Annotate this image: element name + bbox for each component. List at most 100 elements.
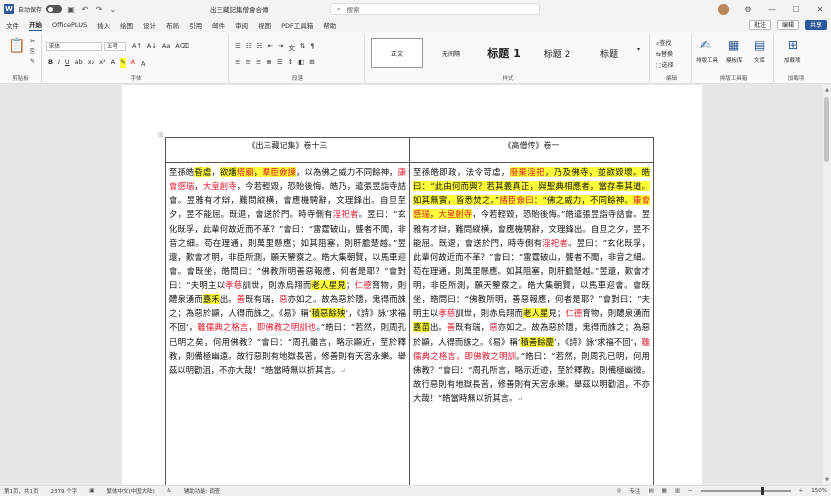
sort-icon[interactable]: ⇅: [300, 42, 305, 52]
share-button[interactable]: 共享: [804, 20, 827, 30]
settings-icon[interactable]: ⚙: [743, 5, 753, 14]
table-move-handle-icon[interactable]: ⊞: [158, 131, 164, 139]
customize-toolbar-icon[interactable]: ⌄: [108, 5, 118, 14]
style-heading-2[interactable]: 标题 2: [531, 38, 583, 68]
left-column-text[interactable]: 至孫皓昏虐，欲燔塔廟，羣臣僉諫，以為佛之威力不同餘神，康會感瑞，大皇創寺，今若輕…: [165, 162, 410, 485]
strikethrough-icon[interactable]: ab: [75, 58, 83, 68]
superscript-icon[interactable]: x²: [99, 58, 105, 68]
numbering-icon[interactable]: ☷: [246, 42, 252, 52]
decrease-indent-icon[interactable]: ⇤: [267, 42, 272, 52]
replace-button[interactable]: ⇆替换: [656, 49, 673, 58]
autosave-toggle[interactable]: [46, 5, 63, 13]
page-count[interactable]: 第1页，共1页: [4, 487, 39, 495]
template-library-label[interactable]: 模板库: [726, 56, 743, 64]
bullets-icon[interactable]: ☰: [235, 42, 241, 52]
undo-icon[interactable]: ↶: [80, 5, 90, 14]
underline-icon[interactable]: U: [65, 58, 70, 68]
zoom-slider[interactable]: [700, 487, 791, 495]
editing-button[interactable]: 编辑: [776, 20, 799, 30]
align-left-icon[interactable]: ≡: [235, 58, 240, 66]
print-layout-icon[interactable]: ▦: [662, 488, 667, 494]
menu-pdf-toolbox[interactable]: PDF工具箱: [281, 20, 313, 30]
addins-icon[interactable]: ⊞: [788, 38, 798, 52]
grow-font-icon[interactable]: A↑: [132, 42, 142, 50]
left-column-header[interactable]: 《出三藏记集》卷十三: [165, 137, 410, 163]
word-count[interactable]: 2379 个字: [51, 487, 78, 495]
chinese-layout-icon[interactable]: 文: [288, 42, 295, 52]
scroll-down-icon[interactable]: ▼: [823, 477, 831, 483]
subscript-icon[interactable]: x₂: [88, 58, 94, 68]
menu-file[interactable]: 文件: [6, 20, 19, 30]
zoom-in-icon[interactable]: +: [799, 488, 804, 494]
right-column-text[interactable]: 至孫皓即政，法令苛虐，廢棄淫祀，乃及佛寺，並欲毀壞。皓曰：“此由何而興？若其義真…: [409, 162, 654, 485]
font-color-icon[interactable]: A: [131, 58, 135, 68]
right-column-header[interactable]: 《高僧传》卷一: [409, 137, 654, 163]
close-icon[interactable]: ✕: [815, 5, 825, 14]
style-normal[interactable]: 正文: [371, 38, 423, 68]
docs-library-icon[interactable]: ▤: [754, 38, 765, 52]
layout-tool-label[interactable]: 排版工具: [696, 56, 718, 64]
shrink-font-icon[interactable]: A↓: [147, 42, 157, 50]
align-right-icon[interactable]: ≡: [256, 58, 261, 66]
maximize-icon[interactable]: ☐: [791, 5, 801, 14]
menu-home[interactable]: 开始: [29, 19, 42, 31]
scrollbar-thumb[interactable]: [824, 97, 829, 162]
change-case-icon[interactable]: Aa: [162, 42, 170, 50]
bold-icon[interactable]: B: [48, 58, 53, 68]
clear-format-icon[interactable]: A⌫: [175, 42, 189, 50]
select-button[interactable]: ⬚选择: [656, 60, 674, 69]
scroll-up-icon[interactable]: ▲: [823, 87, 831, 93]
focus-mode[interactable]: 专注: [629, 487, 640, 495]
text-effects-icon[interactable]: A: [111, 58, 115, 68]
menu-layout[interactable]: 布局: [166, 20, 179, 30]
style-title[interactable]: 标题: [583, 38, 635, 68]
read-mode-icon[interactable]: ▤: [648, 488, 653, 494]
minimize-icon[interactable]: —: [767, 5, 777, 14]
find-button[interactable]: ⌕查找: [656, 38, 671, 48]
font-size-select[interactable]: 五号: [104, 42, 126, 51]
align-center-icon[interactable]: ≡: [245, 58, 250, 66]
zoom-level[interactable]: 150%: [811, 488, 827, 494]
shading-icon[interactable]: ◧: [298, 58, 304, 66]
accessibility-status[interactable]: 辅助功能: 调查: [184, 487, 221, 495]
save-icon[interactable]: ▣: [66, 5, 76, 14]
menu-draw[interactable]: 绘图: [120, 20, 133, 30]
borders-icon[interactable]: ⊞: [309, 58, 314, 66]
multilevel-list-icon[interactable]: ☵: [257, 42, 263, 52]
redo-icon[interactable]: ↷: [94, 5, 104, 14]
font-name-select[interactable]: 宋体: [46, 42, 102, 51]
menu-review[interactable]: 审阅: [235, 20, 248, 30]
addins-button-label[interactable]: 加载项: [784, 56, 801, 64]
style-heading-1[interactable]: 标题 1: [477, 38, 531, 68]
avatar[interactable]: [718, 3, 729, 15]
format-painter-icon[interactable]: ✎: [30, 58, 35, 65]
menu-officeplus[interactable]: OfficePLUS: [52, 21, 87, 29]
search-input[interactable]: ⌕ 搜索: [330, 3, 540, 15]
language[interactable]: 繁体中文(中国大陆): [106, 487, 154, 495]
cut-icon[interactable]: ✂: [30, 38, 35, 45]
menu-mailings[interactable]: 邮件: [212, 20, 225, 30]
highlight-icon[interactable]: ✎: [120, 58, 126, 68]
increase-indent-icon[interactable]: ⇥: [278, 42, 283, 52]
show-marks-icon[interactable]: ¶: [310, 42, 314, 52]
styles-more-icon[interactable]: ▾: [637, 46, 640, 53]
vertical-scrollbar[interactable]: ▲ ▼: [823, 85, 831, 485]
distributed-icon[interactable]: ☰: [277, 58, 283, 66]
comments-button[interactable]: 批注: [748, 20, 771, 30]
paste-icon[interactable]: 📋: [8, 38, 25, 54]
line-spacing-icon[interactable]: ↕: [288, 58, 293, 66]
justify-icon[interactable]: ≣: [266, 58, 271, 66]
docs-library-label[interactable]: 文库: [754, 56, 765, 64]
menu-references[interactable]: 引用: [189, 20, 202, 30]
proofing-icon[interactable]: ▣: [89, 488, 94, 494]
web-layout-icon[interactable]: ▥: [675, 488, 680, 494]
style-no-spacing[interactable]: 无间隔: [425, 38, 477, 68]
menu-help[interactable]: 帮助: [323, 20, 336, 30]
char-border-icon[interactable]: Ａ: [140, 58, 147, 68]
menu-view[interactable]: 视图: [258, 20, 271, 30]
menu-design[interactable]: 设计: [143, 20, 156, 30]
zoom-out-icon[interactable]: −: [688, 488, 693, 494]
italic-icon[interactable]: I: [58, 58, 60, 68]
template-library-icon[interactable]: ▦: [728, 38, 739, 52]
menu-insert[interactable]: 插入: [97, 20, 110, 30]
